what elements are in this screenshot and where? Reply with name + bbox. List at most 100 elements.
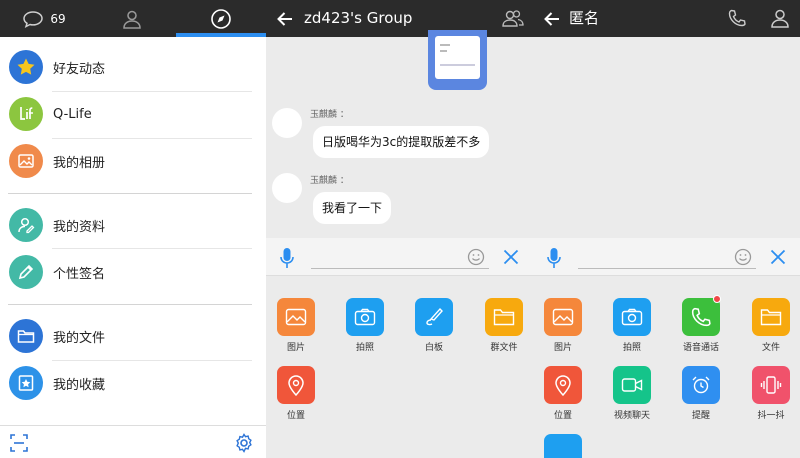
tool-group-files[interactable]: 群文件: [484, 298, 524, 353]
tool-label: 拍照: [355, 343, 374, 353]
close-icon[interactable]: [770, 249, 786, 265]
location-icon: [288, 375, 304, 396]
tool-image[interactable]: 图片: [276, 298, 316, 353]
anonymous-chat-panel: 匿名 图片 拍照 语音通话 文件 位置 视频聊天 提醒 抖一抖: [533, 0, 800, 458]
avatar[interactable]: [272, 108, 302, 138]
compass-icon: [211, 8, 231, 29]
pencil-icon: [18, 264, 34, 280]
tool-icon-bg: [346, 298, 384, 336]
tool-icon-bg: [752, 366, 790, 404]
message-count: 69: [50, 11, 66, 26]
chat-title: 匿名: [569, 9, 600, 27]
image-icon: [285, 308, 307, 326]
tool-icon-bg: [415, 298, 453, 336]
drawer-panel: 69 好友动态 Q-Life 我的相册 我的资料 个性签名 我的文件 我的收藏: [0, 0, 266, 458]
shake-icon: [760, 376, 782, 394]
emoji-icon[interactable]: [734, 248, 752, 266]
back-arrow-icon[interactable]: [543, 10, 561, 28]
tool-location[interactable]: 位置: [543, 366, 583, 421]
menu-icon-bg: [9, 97, 43, 131]
menu-label: 我的资料: [53, 219, 106, 235]
menu-icon-bg: [9, 255, 43, 289]
tool-icon-bg: [613, 298, 651, 336]
tool-icon-bg: [544, 298, 582, 336]
tool-icon-bg: [752, 298, 790, 336]
scan-icon[interactable]: [10, 434, 28, 452]
tool-whiteboard[interactable]: 白板: [414, 298, 454, 353]
tool-icon-bg: [485, 298, 523, 336]
folder-icon: [17, 330, 35, 343]
active-tab-indicator: [176, 33, 266, 37]
back-arrow-icon[interactable]: [276, 10, 294, 28]
menu-label: 我的相册: [53, 155, 106, 171]
group-chat-panel: zd423's Group 玉麒麟 ： 日版喝华为3c的提取版差不多 玉麒麟 ：…: [266, 0, 533, 458]
profile-icon: [18, 217, 35, 234]
location-icon: [555, 375, 571, 396]
tool-label: 图片: [553, 343, 572, 353]
tool-label: 图片: [286, 343, 305, 353]
tool-label: 白板: [424, 343, 443, 353]
message-input[interactable]: [578, 268, 756, 269]
tool-files[interactable]: 文件: [751, 298, 791, 353]
tool-label: 群文件: [490, 343, 518, 353]
tool-image[interactable]: 图片: [543, 298, 583, 353]
section-divider: [8, 193, 252, 194]
message-bubble[interactable]: 日版喝华为3c的提取版差不多: [313, 126, 490, 158]
menu-item-signature[interactable]: 个性签名: [0, 250, 266, 294]
menu-item-friend-feed[interactable]: 好友动态: [0, 45, 266, 89]
phone-icon[interactable]: [728, 9, 746, 27]
message-input[interactable]: [311, 268, 489, 269]
more-tools-partial[interactable]: [544, 434, 582, 458]
section-divider: [8, 304, 252, 305]
tool-video-chat[interactable]: 视频聊天: [612, 366, 652, 421]
video-icon: [621, 378, 643, 392]
menu-item-photo-album[interactable]: 我的相册: [0, 139, 266, 183]
tool-label: 提醒: [691, 411, 710, 421]
drawer-bottombar: [0, 425, 266, 458]
group-members-icon[interactable]: [501, 8, 525, 28]
tool-icon-bg: [682, 298, 720, 336]
menu-item-my-files[interactable]: 我的文件: [0, 314, 266, 358]
tool-reminder[interactable]: 提醒: [681, 366, 721, 421]
avatar[interactable]: [272, 173, 302, 203]
folder-icon: [493, 309, 515, 326]
menu-icon-bg: [9, 366, 43, 400]
menu-label: 我的收藏: [53, 377, 106, 393]
profile-icon[interactable]: [770, 8, 790, 28]
tool-label: 视频聊天: [613, 411, 650, 421]
group-chat-topbar: zd423's Group: [266, 0, 533, 37]
tool-camera[interactable]: 拍照: [612, 298, 652, 353]
photo-album-icon: [18, 154, 34, 168]
message-bubble[interactable]: 我看了一下: [313, 192, 392, 224]
tab-messages[interactable]: 69: [0, 0, 88, 37]
tab-discover[interactable]: [176, 0, 266, 37]
tool-label: 抖一抖: [757, 411, 785, 421]
microphone-icon[interactable]: [547, 247, 561, 269]
tool-voice-call[interactable]: 语音通话: [681, 295, 721, 353]
tool-label: 位置: [553, 411, 572, 421]
notification-dot: [713, 295, 721, 303]
tool-icon-bg: [613, 366, 651, 404]
tool-location[interactable]: 位置: [276, 366, 316, 421]
emoji-icon[interactable]: [467, 248, 485, 266]
menu-item-profile[interactable]: 我的资料: [0, 203, 266, 247]
tool-camera[interactable]: 拍照: [345, 298, 385, 353]
camera-icon: [354, 308, 376, 326]
chat-title: zd423's Group: [304, 9, 413, 27]
tab-contacts[interactable]: [88, 0, 176, 37]
microphone-icon[interactable]: [280, 247, 294, 269]
settings-gear-icon[interactable]: [234, 433, 254, 453]
tool-icon-bg: [544, 366, 582, 404]
drawer-topbar: 69: [0, 0, 266, 37]
tool-shake[interactable]: 抖一抖: [751, 366, 791, 421]
qlife-icon: [20, 107, 33, 120]
tool-label: 语音通话: [682, 343, 719, 353]
tool-icon-bg: [682, 366, 720, 404]
favorite-icon: [18, 375, 34, 391]
menu-item-qlife[interactable]: Q-Life: [0, 92, 266, 136]
menu-icon-bg: [9, 50, 43, 84]
close-icon[interactable]: [503, 249, 519, 265]
tool-label: 文件: [761, 343, 780, 353]
image-message-thumbnail[interactable]: [428, 30, 487, 90]
menu-item-favorites[interactable]: 我的收藏: [0, 361, 266, 405]
